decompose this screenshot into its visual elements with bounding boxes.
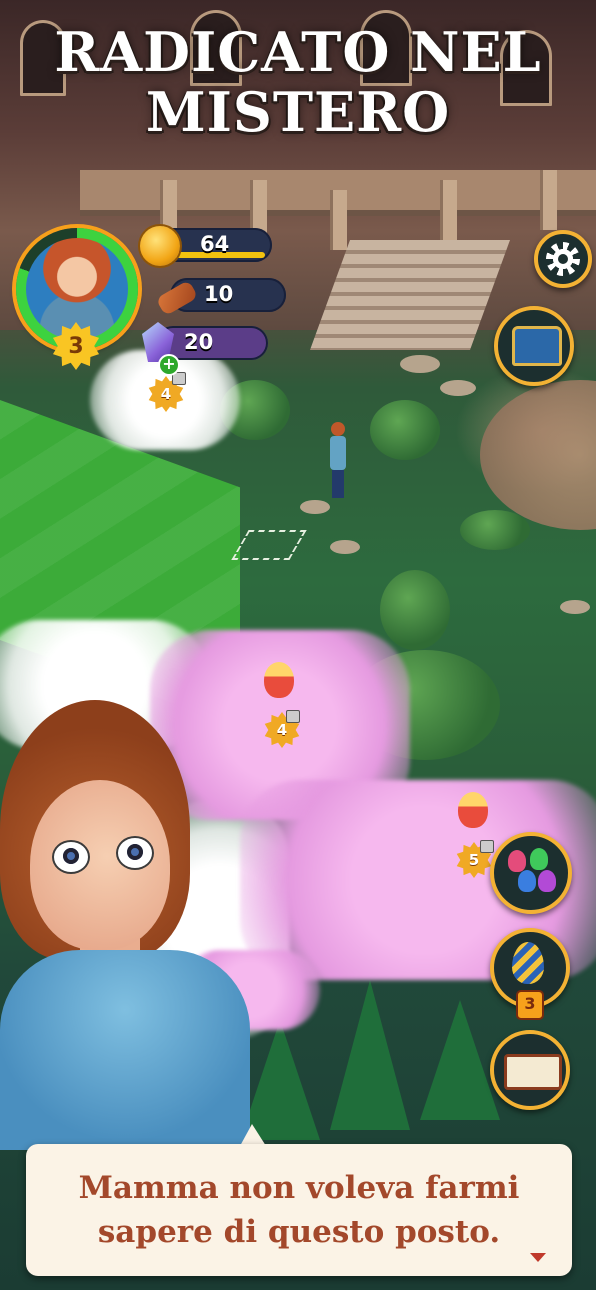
people-icon (508, 850, 526, 872)
dialog-line2: sapere di questo posto. (97, 1214, 501, 1250)
headline-line1: RADICATO NEL (54, 20, 542, 84)
character-head (331, 422, 345, 436)
path-stone (300, 500, 330, 514)
character-legs (332, 470, 344, 498)
add-gems-button[interactable]: + (158, 354, 180, 376)
player-level: 3 (68, 333, 84, 359)
stone-plaza (480, 380, 596, 530)
journal-button[interactable] (490, 1030, 570, 1110)
balloon-icon[interactable] (458, 792, 488, 828)
path-stone (560, 600, 590, 614)
porch-pillar (440, 180, 457, 240)
path-stone (400, 355, 440, 373)
pine-tree (420, 1000, 500, 1120)
egg-feather-icon (512, 942, 544, 984)
egg-count: 3 (524, 994, 536, 1013)
bush (370, 400, 440, 460)
balloon-icon[interactable] (264, 662, 294, 698)
gear-icon (546, 242, 580, 276)
open-book-icon (504, 1054, 562, 1090)
porch-pillar (540, 170, 557, 230)
character-body (330, 436, 346, 470)
egg-count-badge: 3 (516, 990, 544, 1020)
coins-value: 64 (200, 232, 230, 256)
padlock-icon (480, 840, 494, 853)
player-character[interactable] (328, 422, 348, 500)
lock-level: 5 (468, 851, 480, 869)
dialog-text: Mamma non voleva farmi sapere di questo … (26, 1166, 572, 1254)
dialog-line1: Mamma non voleva farmi (78, 1170, 520, 1206)
gems-value: 20 (184, 330, 214, 354)
character-eye (52, 840, 90, 874)
lock-level: 4 (160, 385, 172, 403)
porch-pillar (330, 190, 347, 250)
continue-arrow-icon[interactable] (530, 1253, 546, 1262)
character-portrait-face (30, 780, 170, 950)
dialog-tail (240, 1124, 266, 1146)
people-icon-part (530, 848, 548, 870)
community-button[interactable] (490, 832, 572, 914)
chest-button[interactable] (494, 306, 574, 386)
wood-value: 10 (204, 282, 234, 306)
character-eye (116, 836, 154, 870)
settings-button[interactable] (534, 230, 592, 288)
headline: RADICATO NEL MISTERO (0, 22, 596, 142)
game-scene[interactable]: 4 4 5 RADICATO NEL MISTERO 3 64 10 20 + (0, 0, 596, 1290)
dialog-box[interactable]: Mamma non voleva farmi sapere di questo … (26, 1144, 572, 1276)
path-stone (440, 380, 476, 396)
bush (460, 510, 530, 550)
character-portrait-cardigan (0, 950, 250, 1150)
treasure-chest-icon (512, 326, 562, 366)
pine-tree (330, 980, 410, 1130)
lock-level: 4 (276, 721, 288, 739)
coin-icon (140, 226, 180, 266)
path-stone (330, 540, 360, 554)
padlock-icon (286, 710, 300, 723)
headline-line2: MISTERO (145, 80, 451, 144)
people-icon-part (518, 870, 536, 892)
bush (380, 570, 450, 650)
empty-tile-marker[interactable] (231, 530, 307, 560)
pine-tree (240, 1020, 320, 1140)
people-icon-part (538, 870, 556, 892)
